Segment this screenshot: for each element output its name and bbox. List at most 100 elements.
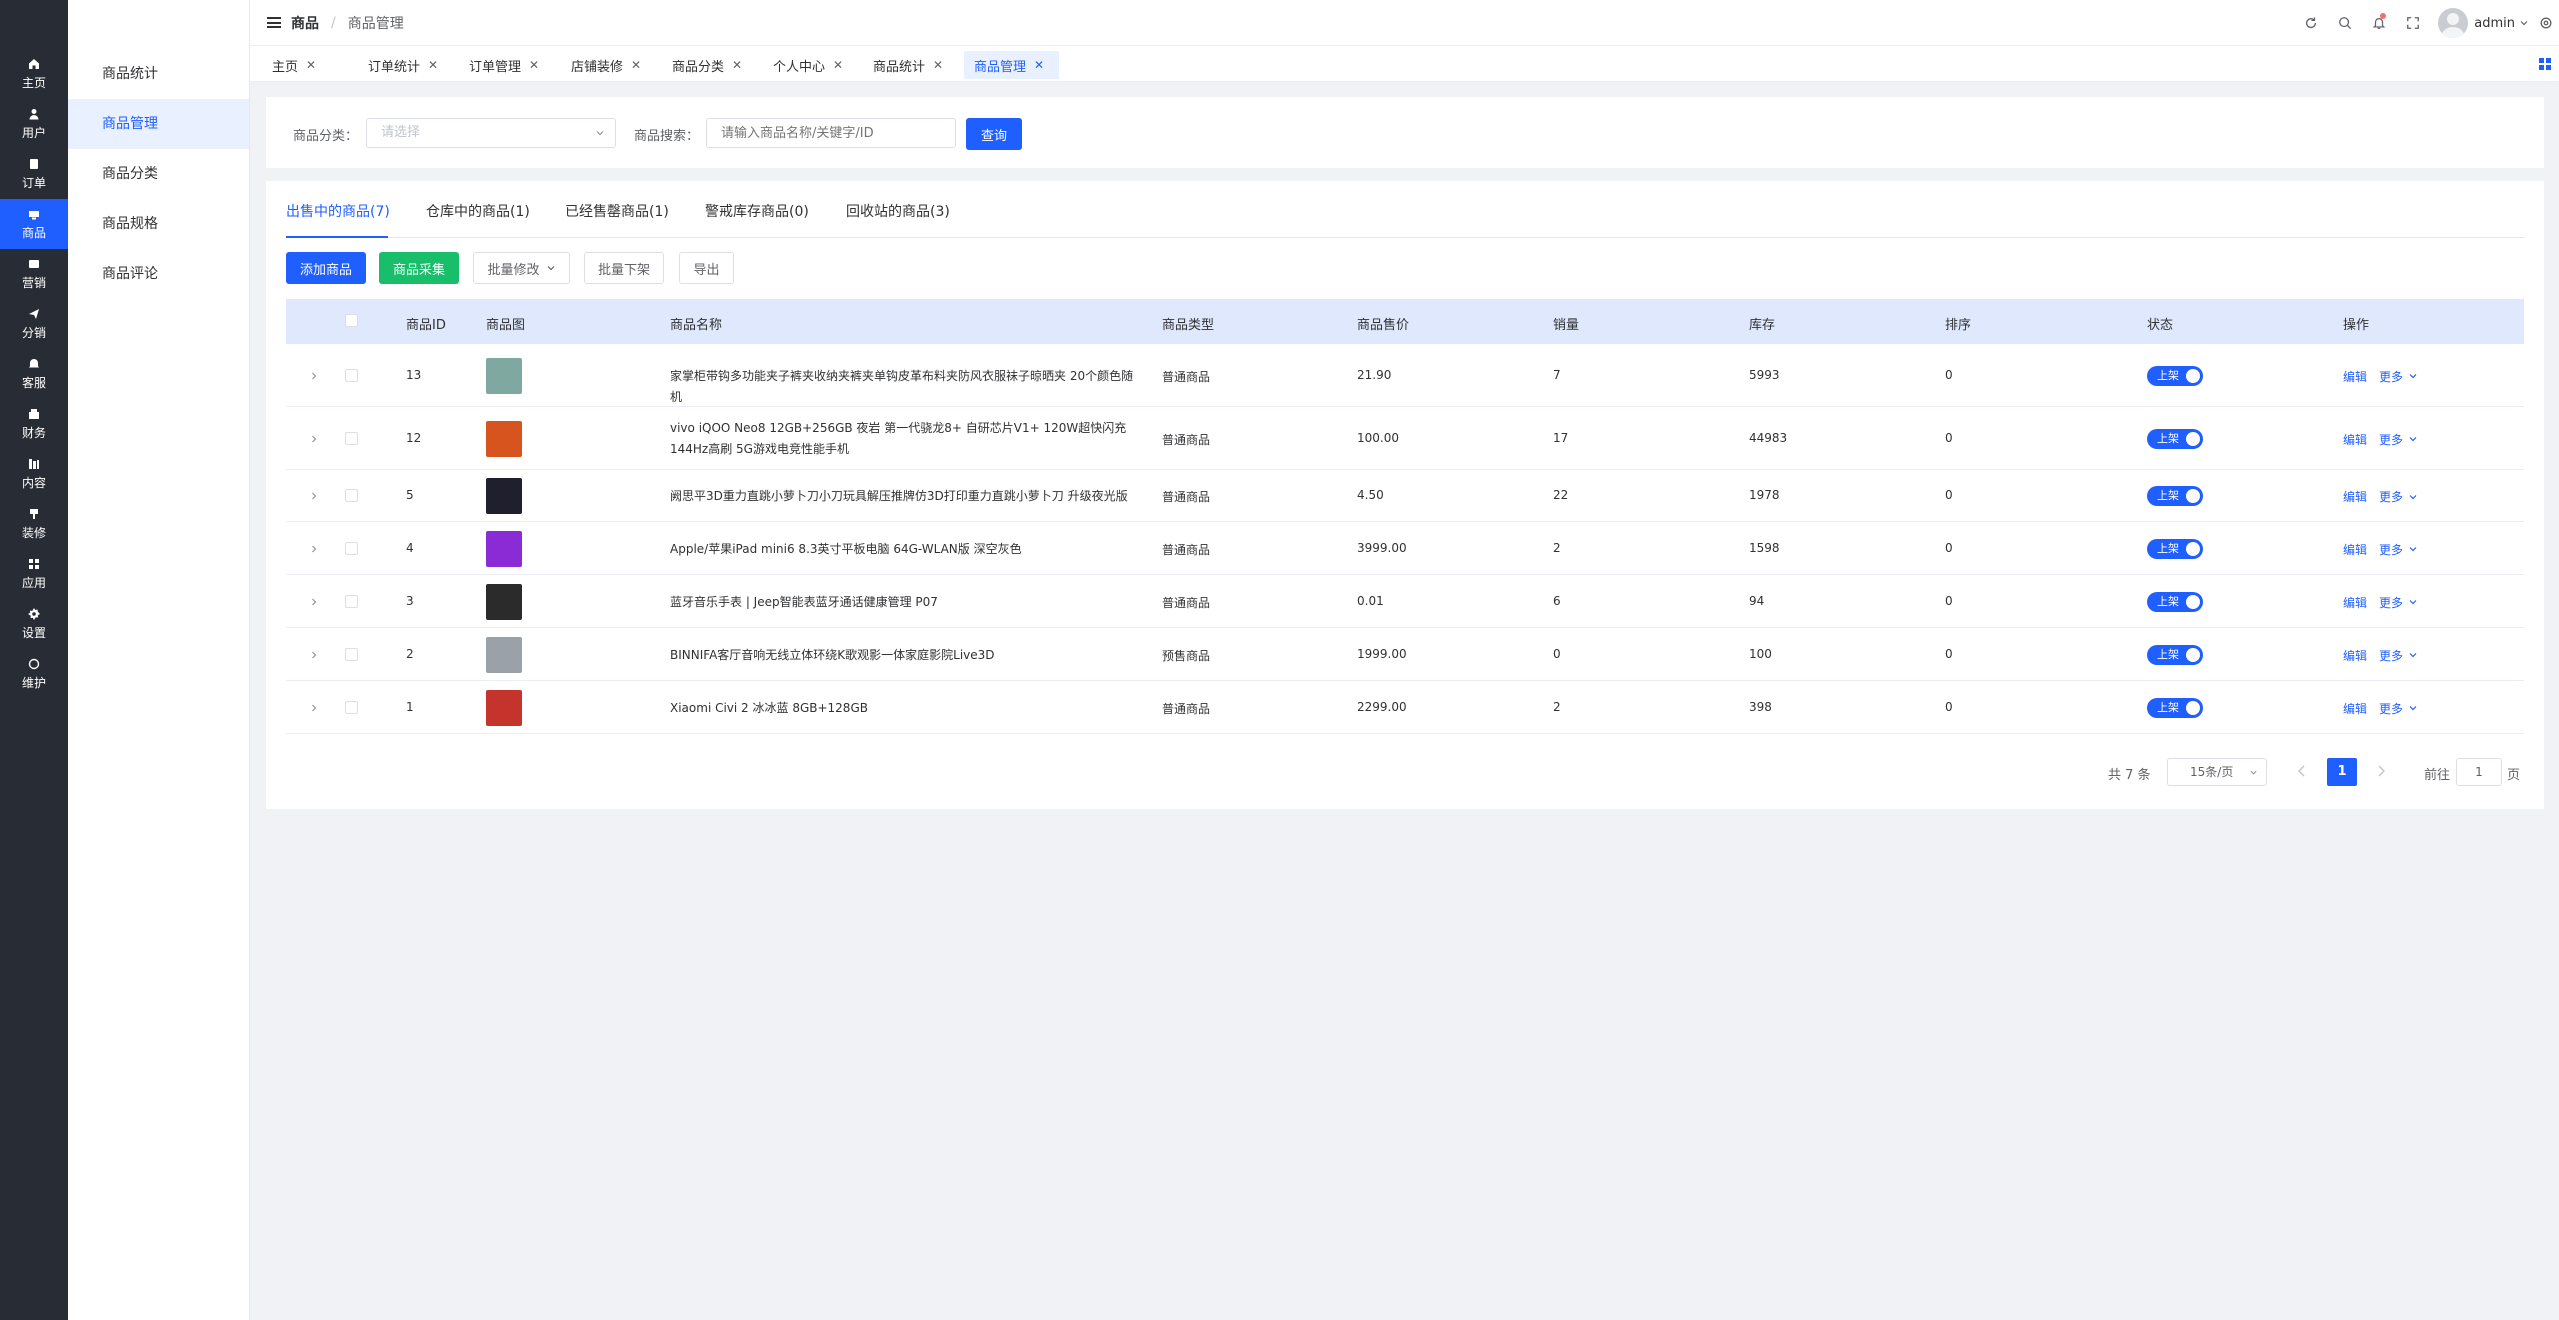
product-thumbnail[interactable] — [486, 357, 522, 394]
edit-link[interactable]: 编辑 — [2343, 488, 2367, 505]
more-dropdown[interactable]: 更多 — [2379, 647, 2418, 664]
menu-toggle-icon[interactable] — [267, 17, 281, 28]
row-checkbox[interactable] — [345, 594, 358, 608]
edit-link[interactable]: 编辑 — [2343, 541, 2367, 558]
page-tab[interactable]: 商品统计 ✕ — [863, 51, 958, 79]
status-toggle[interactable]: 上架 — [2147, 486, 2203, 506]
nav-rail-item[interactable]: 维护 — [0, 649, 68, 699]
row-checkbox[interactable] — [345, 431, 358, 445]
subnav-item[interactable]: 商品评论 — [68, 249, 249, 299]
product-thumbnail[interactable] — [486, 636, 522, 673]
export-button[interactable]: 导出 — [679, 252, 734, 284]
collect-product-button[interactable]: 商品采集 — [379, 252, 459, 284]
product-thumbnail[interactable] — [486, 689, 522, 726]
more-dropdown[interactable]: 更多 — [2379, 541, 2418, 558]
more-dropdown[interactable]: 更多 — [2379, 700, 2418, 717]
page-tab[interactable]: 个人中心 ✕ — [763, 51, 858, 79]
product-thumbnail[interactable] — [486, 583, 522, 620]
row-checkbox[interactable] — [345, 700, 358, 714]
chevron-down-icon[interactable] — [2519, 18, 2529, 28]
nav-rail-item[interactable]: 客服 — [0, 349, 68, 399]
fullscreen-icon[interactable] — [2396, 0, 2430, 46]
close-icon[interactable]: ✕ — [833, 58, 843, 72]
status-toggle[interactable]: 上架 — [2147, 538, 2203, 559]
nav-rail-item[interactable]: 内容 — [0, 449, 68, 499]
breadcrumb-parent[interactable]: 商品 — [291, 13, 319, 33]
next-page-icon[interactable] — [2375, 764, 2387, 778]
more-dropdown[interactable]: 更多 — [2379, 488, 2418, 505]
row-checkbox[interactable] — [345, 541, 358, 555]
page-tab[interactable]: 订单统计 ✕ — [358, 51, 453, 79]
status-tab[interactable]: 出售中的商品(7) — [286, 201, 390, 221]
product-thumbnail[interactable] — [486, 478, 522, 514]
page-size-select[interactable]: 15条/页 — [2167, 758, 2267, 786]
close-icon[interactable]: ✕ — [529, 58, 539, 72]
edit-link[interactable]: 编辑 — [2343, 700, 2367, 717]
status-toggle[interactable]: 上架 — [2147, 591, 2203, 612]
goto-page-input[interactable] — [2456, 758, 2502, 786]
keyword-search-input[interactable] — [706, 118, 956, 148]
edit-link[interactable]: 编辑 — [2343, 431, 2367, 448]
status-toggle[interactable]: 上架 — [2147, 644, 2203, 665]
add-product-button[interactable]: 添加商品 — [286, 252, 366, 284]
subnav-item[interactable]: 商品分类 — [68, 149, 249, 199]
close-icon[interactable]: ✕ — [933, 58, 943, 72]
nav-rail-item[interactable]: 主页 — [0, 49, 68, 99]
close-icon[interactable]: ✕ — [1034, 58, 1044, 72]
status-toggle[interactable]: 上架 — [2147, 697, 2203, 718]
avatar[interactable] — [2438, 8, 2469, 38]
status-toggle[interactable]: 上架 — [2147, 428, 2203, 449]
select-all-checkbox[interactable] — [345, 314, 358, 327]
status-toggle[interactable]: 上架 — [2147, 365, 2203, 386]
subnav-item[interactable]: 商品管理 — [68, 99, 249, 149]
grid-icon[interactable] — [2539, 58, 2551, 70]
nav-rail-item[interactable]: 财务 — [0, 399, 68, 449]
expand-row-icon[interactable] — [309, 491, 319, 501]
nav-rail-item[interactable]: 用户 — [0, 99, 68, 149]
page-number-current[interactable]: 1 — [2327, 758, 2357, 786]
nav-rail-item[interactable]: 商品 — [0, 199, 68, 249]
expand-row-icon[interactable] — [309, 434, 319, 444]
product-thumbnail[interactable] — [486, 530, 522, 567]
status-tab[interactable]: 仓库中的商品(1) — [426, 201, 530, 221]
expand-row-icon[interactable] — [309, 597, 319, 607]
expand-row-icon[interactable] — [309, 544, 319, 554]
nav-rail-item[interactable]: 装修 — [0, 499, 68, 549]
batch-offline-button[interactable]: 批量下架 — [584, 252, 664, 284]
close-icon[interactable]: ✕ — [306, 58, 316, 72]
nav-rail-item[interactable]: 订单 — [0, 149, 68, 199]
more-dropdown[interactable]: 更多 — [2379, 431, 2418, 448]
close-icon[interactable]: ✕ — [428, 58, 438, 72]
status-tab[interactable]: 已经售罄商品(1) — [565, 201, 669, 221]
category-select[interactable]: 请选择 — [366, 118, 616, 148]
status-tab[interactable]: 回收站的商品(3) — [846, 201, 950, 221]
edit-link[interactable]: 编辑 — [2343, 368, 2367, 385]
product-thumbnail[interactable] — [486, 420, 522, 457]
nav-rail-item[interactable]: 设置 — [0, 599, 68, 649]
edit-link[interactable]: 编辑 — [2343, 594, 2367, 611]
nav-rail-item[interactable]: 营销 — [0, 249, 68, 299]
gear-icon[interactable] — [2539, 16, 2553, 30]
more-dropdown[interactable]: 更多 — [2379, 594, 2418, 611]
expand-row-icon[interactable] — [309, 650, 319, 660]
status-tab[interactable]: 警戒库存商品(0) — [705, 201, 809, 221]
page-tab[interactable]: 店铺装修 ✕ — [561, 51, 656, 79]
expand-row-icon[interactable] — [309, 703, 319, 713]
row-checkbox[interactable] — [345, 368, 358, 382]
bell-icon[interactable] — [2362, 0, 2396, 46]
page-tab[interactable]: 商品管理 ✕ — [964, 51, 1059, 79]
close-icon[interactable]: ✕ — [732, 58, 742, 72]
prev-page-icon[interactable] — [2296, 764, 2308, 778]
refresh-icon[interactable] — [2294, 0, 2328, 46]
edit-link[interactable]: 编辑 — [2343, 647, 2367, 664]
expand-row-icon[interactable] — [309, 371, 319, 381]
row-checkbox[interactable] — [345, 647, 358, 661]
more-dropdown[interactable]: 更多 — [2379, 368, 2418, 385]
page-tab[interactable]: 订单管理 ✕ — [459, 51, 554, 79]
query-button[interactable]: 查询 — [966, 118, 1022, 150]
page-tab[interactable]: 主页 ✕ — [262, 51, 352, 79]
search-icon[interactable] — [2328, 0, 2362, 46]
page-tab[interactable]: 商品分类 ✕ — [662, 51, 757, 79]
subnav-item[interactable]: 商品统计 — [68, 49, 249, 99]
close-icon[interactable]: ✕ — [631, 58, 641, 72]
